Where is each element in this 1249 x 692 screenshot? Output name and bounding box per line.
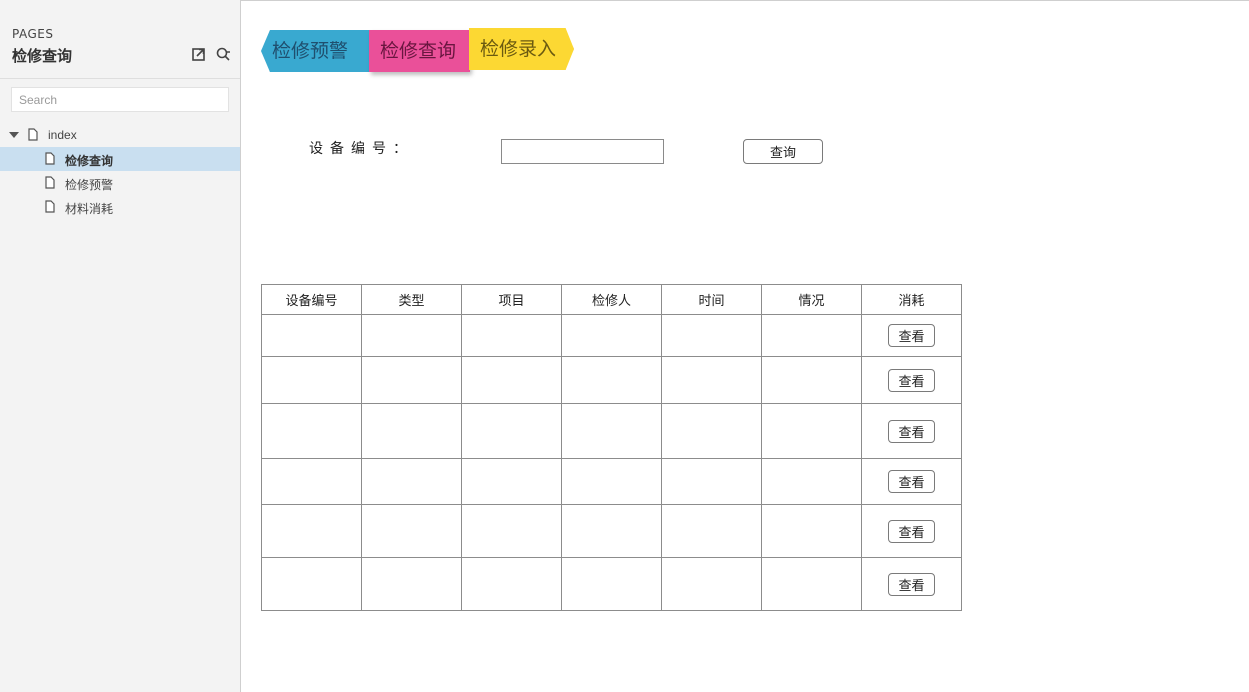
column-header-device-number: 设备编号: [261, 284, 362, 315]
table-cell: [261, 504, 362, 558]
table-cell: [661, 458, 762, 505]
tree-item-maintenance-query[interactable]: 检修查询: [0, 147, 240, 171]
collapse-arrow-icon[interactable]: [9, 132, 19, 138]
table-cell: [261, 458, 362, 505]
table-cell: [461, 403, 562, 459]
tree-item-maintenance-warning[interactable]: 检修预警: [0, 171, 240, 195]
view-button[interactable]: 查看: [888, 368, 935, 392]
table-cell: [661, 403, 762, 459]
table-cell: [761, 557, 862, 611]
table-cell: [561, 403, 662, 459]
export-icon[interactable]: [191, 46, 207, 62]
page-icon: [28, 128, 38, 141]
table-cell: [361, 557, 462, 611]
table-cell: [661, 356, 762, 404]
table-row: 查看: [261, 458, 962, 505]
pages-sidebar: PAGES 检修查询 index 检修查询 检修预警: [0, 0, 241, 692]
main-top-border: [241, 0, 1249, 1]
table-header-row: 设备编号 类型 项目 检修人 时间 情况 消耗: [261, 284, 962, 315]
table-cell: [561, 504, 662, 558]
device-number-input[interactable]: [501, 139, 664, 164]
tab-maintenance-warning[interactable]: 检修预警: [261, 30, 373, 72]
table-cell: [461, 356, 562, 404]
table-cell: [561, 557, 662, 611]
table-cell: [361, 504, 462, 558]
table-cell: [261, 403, 362, 459]
device-number-label: 设备编号：: [309, 141, 414, 157]
page-icon: [45, 176, 55, 189]
table-row: 查看: [261, 403, 962, 459]
view-button[interactable]: 查看: [888, 470, 935, 493]
tree-item-material-consumption[interactable]: 材料消耗: [0, 195, 240, 219]
view-button[interactable]: 查看: [888, 324, 935, 347]
table-cell: [261, 557, 362, 611]
table-cell: [661, 314, 762, 357]
query-button[interactable]: 查询: [743, 139, 823, 164]
table-cell: [761, 504, 862, 558]
table-cell: [761, 314, 862, 357]
table-cell: [461, 504, 562, 558]
tree-item-label: 材料消耗: [65, 202, 114, 216]
table-row: 查看: [261, 356, 962, 404]
tree-item-label: index: [48, 128, 77, 142]
table-cell: [661, 504, 762, 558]
table-cell-action: 查看: [861, 403, 962, 459]
tab-maintenance-entry[interactable]: 检修录入: [469, 28, 574, 70]
table-cell: [761, 356, 862, 404]
tree-item-label: 检修查询: [65, 154, 114, 168]
table-cell: [561, 314, 662, 357]
table-cell: [761, 403, 862, 459]
table-cell: [461, 458, 562, 505]
table-cell: [461, 314, 562, 357]
table-cell: [361, 356, 462, 404]
table-cell-action: 查看: [861, 504, 962, 558]
column-header-type: 类型: [361, 284, 462, 315]
table-cell: [361, 458, 462, 505]
search-input[interactable]: [11, 87, 229, 112]
table-cell: [361, 314, 462, 357]
table-cell-action: 查看: [861, 458, 962, 505]
view-button[interactable]: 查看: [888, 419, 935, 443]
column-header-item: 项目: [461, 284, 562, 315]
table-cell: [461, 557, 562, 611]
maintenance-table: 设备编号 类型 项目 检修人 时间 情况 消耗 查看 查看 查看 查看 查看 查…: [261, 284, 962, 611]
tab-maintenance-query[interactable]: 检修查询: [369, 30, 470, 72]
table-cell: [761, 458, 862, 505]
sidebar-header: PAGES 检修查询: [0, 0, 240, 79]
view-button[interactable]: 查看: [888, 572, 935, 596]
table-cell: [261, 356, 362, 404]
column-header-consumption: 消耗: [861, 284, 962, 315]
table-row: 查看: [261, 314, 962, 357]
column-header-status: 情况: [761, 284, 862, 315]
tree-item-index[interactable]: index: [0, 123, 240, 147]
sidebar-caption: PAGES: [12, 27, 54, 41]
table-cell: [561, 458, 662, 505]
page-icon: [45, 152, 55, 165]
table-cell: [561, 356, 662, 404]
table-cell: [261, 314, 362, 357]
table-cell-action: 查看: [861, 314, 962, 357]
view-button[interactable]: 查看: [888, 519, 935, 543]
locate-icon[interactable]: [215, 46, 231, 62]
column-header-inspector: 检修人: [561, 284, 662, 315]
page-icon: [45, 200, 55, 213]
table-cell-action: 查看: [861, 557, 962, 611]
table-cell: [661, 557, 762, 611]
table-row: 查看: [261, 557, 962, 611]
table-row: 查看: [261, 504, 962, 558]
sidebar-page-title: 检修查询: [12, 47, 73, 65]
column-header-time: 时间: [661, 284, 762, 315]
table-cell: [361, 403, 462, 459]
table-cell-action: 查看: [861, 356, 962, 404]
tree-item-label: 检修预警: [65, 178, 114, 192]
